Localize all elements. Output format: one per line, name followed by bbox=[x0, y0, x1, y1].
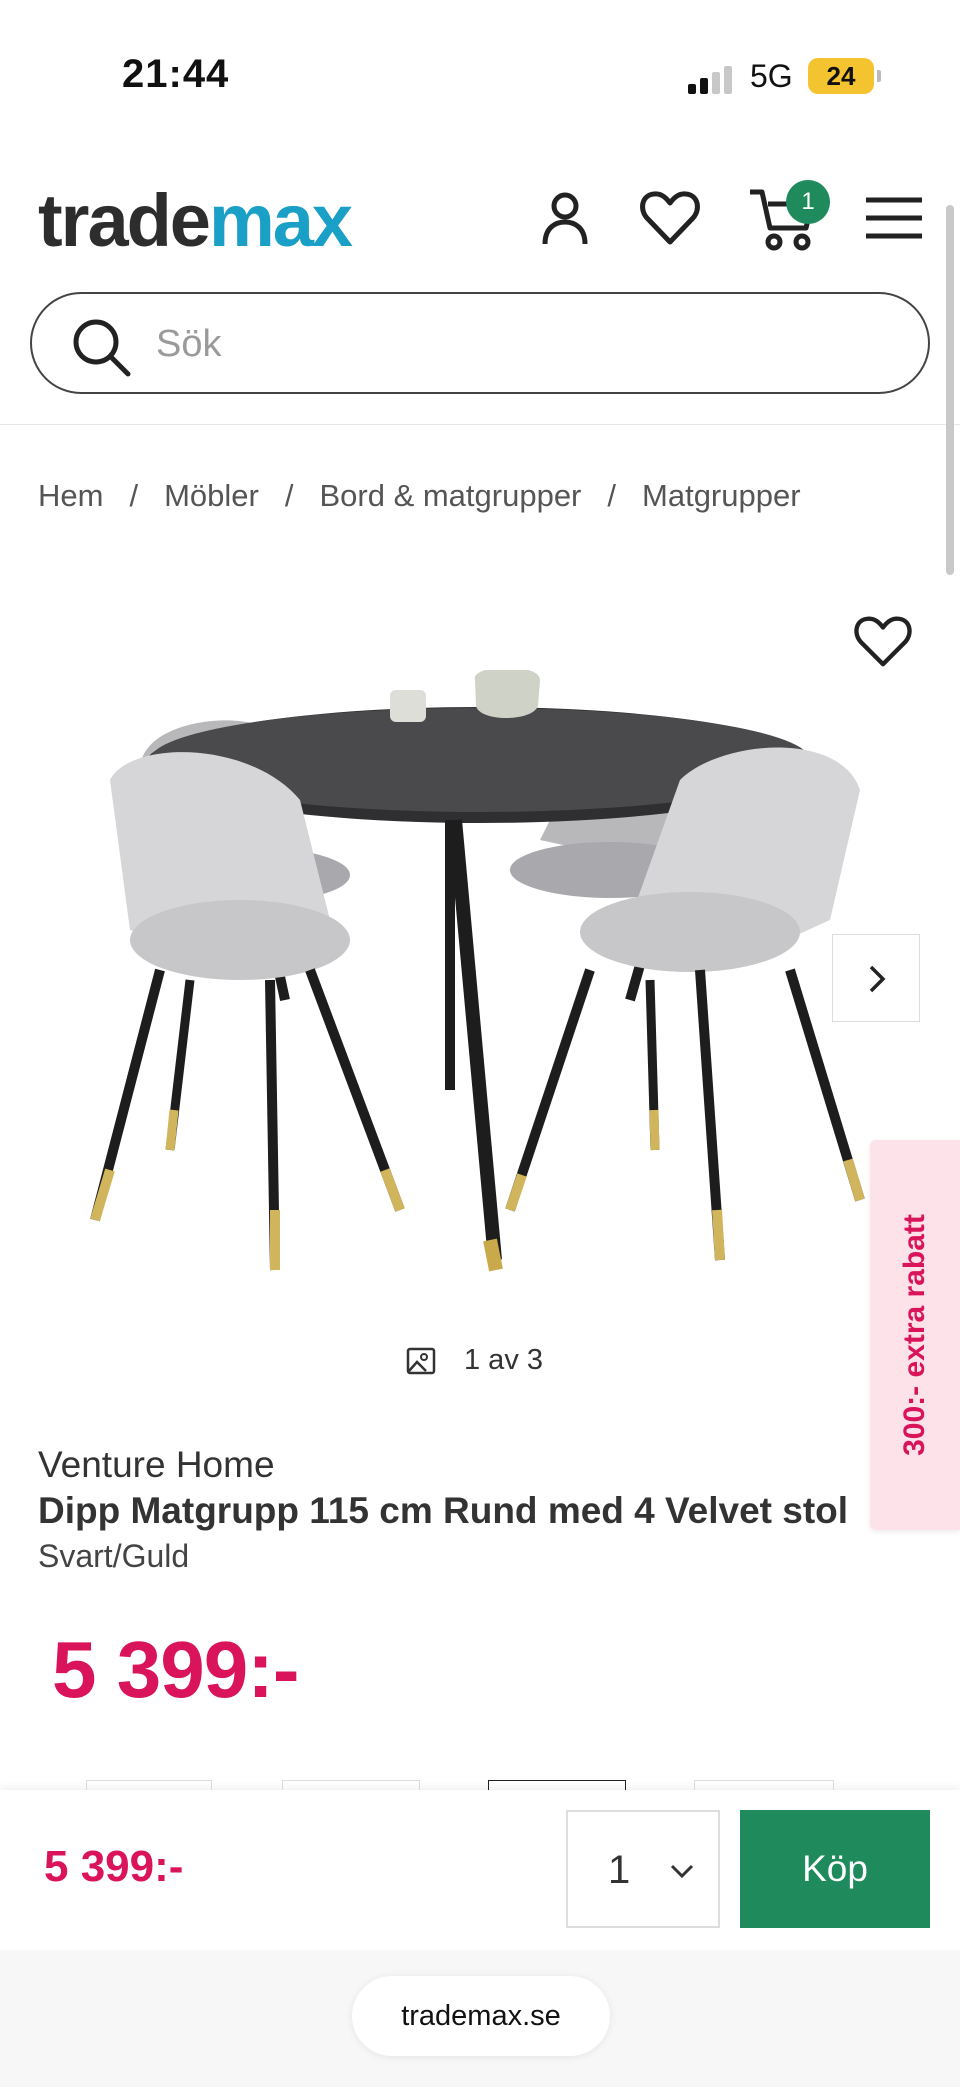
breadcrumb-separator: / bbox=[284, 478, 294, 513]
status-time: 21:44 bbox=[122, 52, 230, 96]
image-icon bbox=[406, 1347, 436, 1374]
product-price: 5 399:- bbox=[52, 1625, 299, 1714]
buy-button[interactable]: Köp bbox=[740, 1810, 930, 1928]
search-icon bbox=[73, 319, 131, 377]
breadcrumb: Hem / Möbler / Bord & matgrupper / Matgr… bbox=[38, 478, 801, 514]
breadcrumb-item-matgrupper[interactable]: Matgrupper bbox=[642, 478, 801, 514]
page-scrollbar[interactable] bbox=[946, 205, 954, 575]
product-color: Svart/Guld bbox=[38, 1538, 190, 1574]
search-bar[interactable] bbox=[30, 292, 930, 394]
account-icon[interactable] bbox=[533, 186, 597, 250]
breadcrumb-item-hem[interactable]: Hem bbox=[38, 478, 103, 514]
breadcrumb-item-mobler[interactable]: Möbler bbox=[164, 478, 259, 514]
logo-part-trade: trade bbox=[38, 179, 211, 262]
promo-label: 300:- extra rabatt bbox=[898, 1214, 931, 1456]
trademax-logo[interactable]: trademax bbox=[38, 178, 353, 263]
product-image[interactable] bbox=[70, 670, 890, 1290]
add-to-wishlist-heart-icon[interactable] bbox=[852, 612, 914, 670]
breadcrumb-item-bord-matgrupper[interactable]: Bord & matgrupper bbox=[319, 478, 581, 514]
battery-icon: 24 bbox=[808, 58, 881, 94]
image-counter: 1 av 3 bbox=[406, 1344, 543, 1377]
product-title: Dipp Matgrupp 115 cm Rund med 4 Velvet s… bbox=[38, 1490, 849, 1531]
cart-count-badge: 1 bbox=[786, 180, 830, 224]
search-input[interactable] bbox=[156, 314, 896, 374]
chevron-down-icon bbox=[670, 1864, 694, 1879]
next-image-button[interactable] bbox=[832, 934, 920, 1022]
chevron-right-icon bbox=[869, 965, 886, 993]
network-label: 5G bbox=[750, 58, 793, 94]
image-counter-label: 1 av 3 bbox=[464, 1344, 543, 1376]
buy-bar-price: 5 399:- bbox=[44, 1842, 184, 1891]
quantity-select[interactable]: 1 bbox=[566, 1810, 720, 1928]
sticky-buy-bar: 5 399:- 1 Köp bbox=[0, 1790, 960, 1950]
status-bar: 21:44 5G 24 bbox=[0, 0, 960, 120]
quantity-value: 1 bbox=[608, 1848, 631, 1892]
signal-icon bbox=[688, 64, 734, 94]
browser-url-bar[interactable]: trademax.se bbox=[352, 1976, 610, 2056]
header-divider bbox=[0, 424, 960, 425]
breadcrumb-separator: / bbox=[607, 478, 617, 513]
menu-icon[interactable] bbox=[862, 186, 926, 250]
heart-icon[interactable] bbox=[638, 186, 702, 250]
breadcrumb-separator: / bbox=[129, 478, 139, 513]
product-brand[interactable]: Venture Home bbox=[38, 1444, 275, 1486]
logo-part-max: max bbox=[208, 179, 353, 262]
extra-discount-tab[interactable]: 300:- extra rabatt bbox=[870, 1140, 960, 1530]
